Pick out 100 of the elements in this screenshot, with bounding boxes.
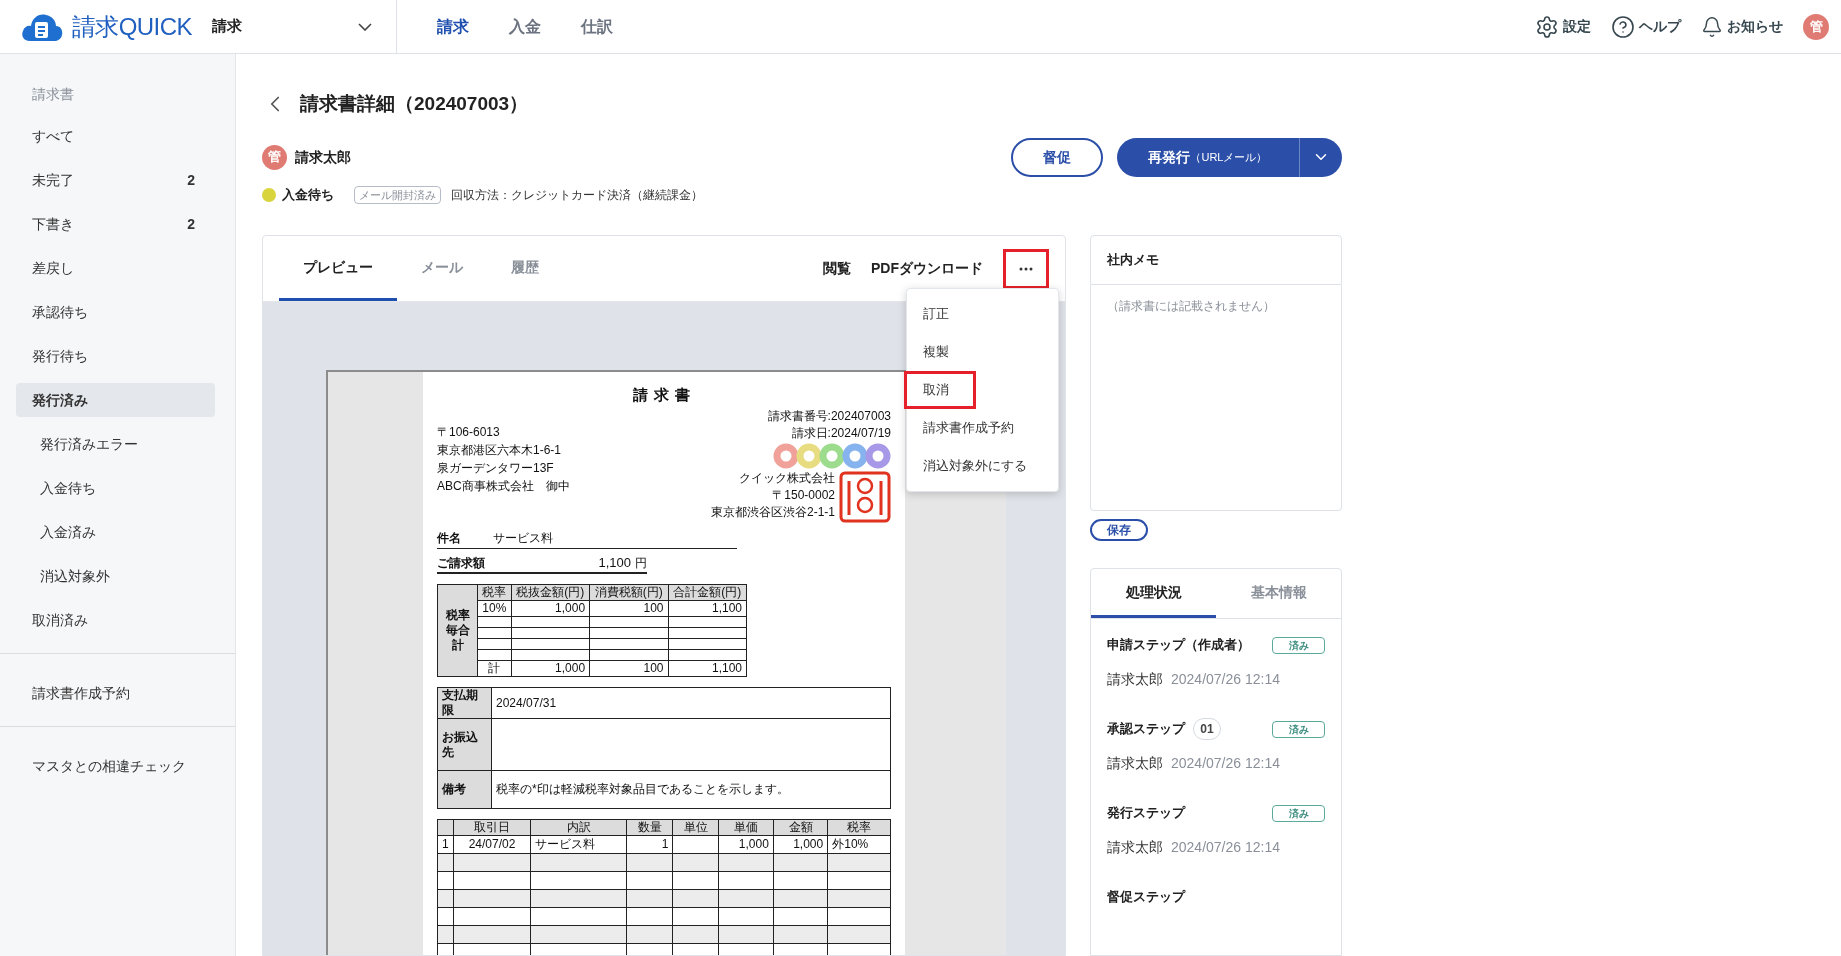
info-value: 税率の*印は軽減税率対象品目であることを示します。	[496, 782, 789, 796]
invoice-number: 請求書番号:202407003	[767, 408, 891, 424]
menu-item[interactable]: 請求書作成予約	[904, 409, 1054, 447]
page-title: 請求書詳細（202407003）	[300, 91, 529, 116]
amount-label: ご請求額	[437, 556, 485, 571]
tax-side-label: 税率毎合計	[437, 584, 478, 677]
info-label: お振込先	[437, 718, 492, 771]
sidebar-item[interactable]: 請求書作成予約	[16, 676, 215, 710]
step-person: 請求太郎	[1107, 670, 1163, 689]
step-person: 請求太郎	[1107, 838, 1163, 857]
remind-button[interactable]: 督促	[1011, 137, 1103, 177]
table-cell: 1,000	[511, 660, 590, 677]
table-cell: 10%	[477, 600, 512, 617]
info-label: 支払期限	[437, 687, 492, 719]
more-icon	[1019, 266, 1033, 271]
owner-avatar: 管	[262, 144, 287, 170]
step-time: 2024/07/26 12:14	[1171, 670, 1280, 689]
nav-tab[interactable]: 入金	[493, 0, 557, 53]
table-header: 税率	[477, 584, 512, 601]
table-cell: 1	[661, 837, 669, 851]
memo-title: 社内メモ	[1090, 235, 1342, 285]
table-header: 消費税額(円)	[589, 584, 668, 601]
table-cell: 1,000	[738, 837, 769, 851]
table-cell: 100	[589, 600, 668, 617]
sidebar-item[interactable]: 発行待ち	[16, 339, 215, 373]
menu-item[interactable]: 複製	[904, 333, 1054, 371]
table-cell: 100	[589, 660, 668, 677]
issuer-line: 〒150-0002	[772, 487, 835, 503]
sidebar-item[interactable]: 消込対象外	[16, 559, 215, 593]
step-title: 督促ステップ	[1107, 888, 1185, 907]
amount-value: 1,100	[598, 554, 631, 571]
table-cell: 1,100	[668, 660, 747, 677]
table-cell: 1,000	[511, 600, 590, 617]
chevron-down-icon	[358, 22, 372, 31]
table-cell: 外10%	[832, 837, 869, 851]
sidebar-item[interactable]: 取消済み	[16, 603, 215, 637]
preview-action-link[interactable]: 閲覧	[823, 258, 851, 279]
memo-input-field[interactable]: （請求書には記載されません）	[1090, 285, 1342, 511]
issuer-line: 東京都渋谷区渋谷2-1-1	[711, 504, 835, 520]
settings-icon	[1535, 14, 1559, 39]
mail-opened-tag: メール開封済み	[354, 185, 441, 205]
menu-item[interactable]: 取消	[904, 371, 976, 409]
nav-tab[interactable]: 請求	[421, 0, 485, 53]
sidebar-item[interactable]: 承認待ち	[16, 295, 215, 329]
recipient-line: ABC商事株式会社 御中	[437, 478, 570, 494]
step-title: 発行ステップ	[1107, 804, 1185, 823]
sidebar-item[interactable]: すべて	[16, 119, 215, 153]
table-header: 数量	[626, 819, 673, 836]
reissue-button[interactable]: 再発行（URLメール）	[1117, 137, 1299, 177]
step-time: 2024/07/26 12:14	[1171, 754, 1280, 773]
document-title: 請求書	[631, 386, 697, 405]
issuer-line: クイック株式会社	[739, 470, 835, 486]
sidebar-item[interactable]: 下書き 2	[16, 207, 215, 241]
bell-icon	[1701, 15, 1723, 38]
step-status-badge: 済み	[1272, 636, 1325, 654]
sidebar-item[interactable]: マスタとの相違チェック	[16, 749, 215, 783]
table-header: 単価	[718, 819, 774, 836]
table-cell: 1	[442, 837, 449, 851]
utility-link[interactable]: お知らせ	[1701, 15, 1783, 38]
table-cell: サービス料	[535, 837, 596, 851]
subject-value: サービス料	[493, 530, 553, 546]
table-header: 内訳	[530, 819, 627, 836]
utility-link[interactable]: 設定	[1535, 14, 1591, 39]
info-value: 2024/07/31	[496, 695, 557, 710]
sidebar-item[interactable]: 発行済み	[16, 383, 215, 417]
table-header: 税率	[827, 819, 891, 836]
step-title: 承認ステップ	[1107, 720, 1185, 739]
table-cell: 計	[477, 660, 512, 677]
collection-method: 回収方法：クレジットカード決済（継続課金）	[451, 187, 703, 204]
step-person: 請求太郎	[1107, 754, 1163, 773]
table-header: 取引日	[453, 819, 531, 836]
menu-item[interactable]: 訂正	[904, 295, 1054, 333]
module-select[interactable]: 請求	[212, 15, 372, 38]
rings-logo-icon	[773, 442, 891, 469]
sidebar-item[interactable]: 発行済みエラー	[16, 427, 215, 461]
save-button[interactable]: 保存	[1090, 519, 1148, 541]
table-cell: 1,000	[793, 837, 824, 851]
seal-stamp-icon	[839, 470, 891, 523]
preview-action-link[interactable]: PDFダウンロード	[871, 258, 983, 279]
table-header: 合計金額(円)	[668, 584, 747, 601]
nav-tab[interactable]: 仕訳	[565, 0, 629, 53]
menu-item[interactable]: 消込対象外にする	[904, 447, 1054, 485]
table-cell: 1,100	[668, 600, 747, 617]
step-time: 2024/07/26 12:14	[1171, 838, 1280, 857]
utility-link[interactable]: ヘルプ	[1611, 14, 1681, 39]
sidebar-item[interactable]: 未完了 2	[16, 163, 215, 197]
help-icon	[1611, 14, 1635, 39]
recipient-line: 〒106-6013	[437, 424, 501, 440]
table-header: 税抜金額(円)	[511, 584, 590, 601]
sidebar-heading: 請求書	[31, 85, 75, 104]
currency-label: 円	[635, 556, 647, 571]
sidebar-item[interactable]: 入金待ち	[16, 471, 215, 505]
recipient-line: 泉ガーデンタワー13F	[437, 460, 555, 476]
step-status-badge: 済み	[1272, 804, 1325, 822]
subject-label: 件名	[437, 530, 461, 546]
step-title: 申請ステップ（作成者）	[1107, 636, 1250, 655]
progress-tab[interactable]: 処理状況	[1091, 569, 1216, 618]
payment-status: 入金待ち	[282, 186, 334, 205]
sidebar-item[interactable]: 差戻し	[16, 251, 215, 285]
sidebar-item[interactable]: 入金済み	[16, 515, 215, 549]
